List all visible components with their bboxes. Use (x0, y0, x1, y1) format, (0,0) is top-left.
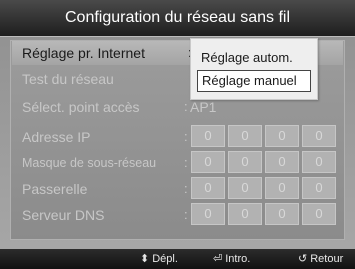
ip-address-label: Adresse IP (22, 129, 91, 145)
separator: : (184, 129, 188, 144)
gateway-octet-4[interactable]: 0 (302, 177, 336, 199)
hint-move: ⬍ Dépl. (140, 249, 178, 269)
gateway-label: Passerelle (22, 181, 88, 197)
up-down-arrows-icon: ⬍ (140, 253, 150, 265)
option-manual-setup[interactable]: Réglage manuel (197, 70, 311, 92)
network-test-label: Test du réseau (22, 71, 114, 87)
row-gateway[interactable]: Passerelle : 0 0 0 0 (10, 176, 345, 202)
subnet-octet-2[interactable]: 0 (228, 151, 262, 173)
subnet-octet-1[interactable]: 0 (191, 151, 225, 173)
gateway-octet-2[interactable]: 0 (228, 177, 262, 199)
separator: : (184, 207, 188, 222)
gateway-octet-1[interactable]: 0 (191, 177, 225, 199)
hint-return-label: Retour (310, 253, 344, 265)
separator: : (184, 155, 188, 170)
subnet-octet-4[interactable]: 0 (302, 151, 336, 173)
dns-octet-4[interactable]: 0 (302, 203, 336, 225)
hint-move-label: Dépl. (152, 253, 178, 265)
ip-octet-2[interactable]: 0 (228, 125, 262, 147)
row-ip-address[interactable]: Adresse IP : 0 0 0 0 (10, 124, 345, 150)
ip-octet-1[interactable]: 0 (191, 125, 225, 147)
ip-octet-3[interactable]: 0 (265, 125, 299, 147)
ip-octet-4[interactable]: 0 (302, 125, 336, 147)
dns-octet-2[interactable]: 0 (228, 203, 262, 225)
hint-enter: ⏎ Intro. (213, 249, 250, 269)
setting-mode-dropdown[interactable]: Réglage autom. Réglage manuel (190, 38, 318, 100)
hint-return[interactable]: ↺ Retour (298, 249, 343, 269)
hint-enter-label: Intro. (225, 253, 251, 265)
network-setting-label: Réglage pr. Internet (22, 45, 145, 61)
separator: : (184, 181, 188, 196)
enter-icon: ⏎ (213, 253, 223, 265)
row-dns-server[interactable]: Serveur DNS : 0 0 0 0 (10, 202, 345, 228)
subnet-mask-label: Masque de sous-réseau (22, 156, 157, 170)
return-icon: ↺ (298, 253, 308, 265)
access-point-label: Sélect. point accès (22, 99, 140, 115)
subnet-octet-3[interactable]: 0 (265, 151, 299, 173)
page-title: Configuration du réseau sans fil (0, 0, 355, 37)
dns-server-label: Serveur DNS (22, 207, 105, 223)
dns-octet-1[interactable]: 0 (191, 203, 225, 225)
separator: : (184, 99, 188, 114)
network-settings-screen: Configuration du réseau sans fil Réglage… (0, 0, 355, 269)
row-subnet-mask[interactable]: Masque de sous-réseau : 0 0 0 0 (10, 150, 345, 176)
dns-octet-3[interactable]: 0 (265, 203, 299, 225)
footer-hints: ⬍ Dépl. ⏎ Intro. ↺ Retour (0, 249, 355, 269)
gateway-octet-3[interactable]: 0 (265, 177, 299, 199)
option-auto-setup[interactable]: Réglage autom. (197, 47, 311, 69)
